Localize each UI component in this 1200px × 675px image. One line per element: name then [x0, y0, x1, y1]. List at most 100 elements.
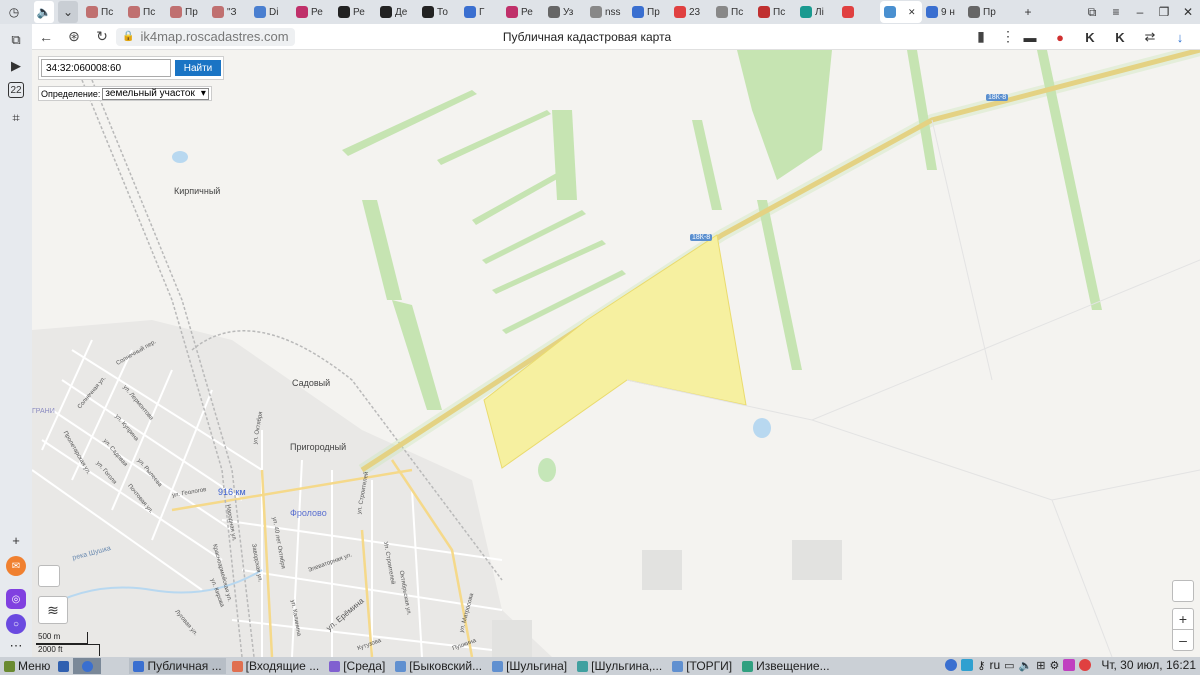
zoom-in-button[interactable]: + [1172, 608, 1194, 630]
tab-label: nss [605, 6, 621, 18]
browser-tab[interactable]: 23 [670, 1, 712, 23]
more-icon[interactable]: ⋯ [6, 638, 26, 653]
browser-tab[interactable]: Де [376, 1, 418, 23]
browser-tab[interactable]: Пс [124, 1, 166, 23]
window-app-icon [672, 660, 684, 672]
sidebar-history-icon[interactable]: ◷ [0, 1, 28, 23]
browser-tab[interactable]: Ре [502, 1, 544, 23]
yandex-tray-icon[interactable] [945, 659, 958, 671]
map-canvas[interactable] [32, 50, 1200, 657]
taskbar-window[interactable]: Публичная ... [129, 658, 226, 674]
yandex-protect-icon[interactable]: ⊛ [60, 25, 88, 49]
browser-tab[interactable]: nss [586, 1, 628, 23]
extension-cap-icon[interactable]: ▬ [1018, 26, 1042, 48]
tab-label: Пр [983, 6, 996, 18]
menu-icon[interactable]: ≡ [1104, 1, 1128, 23]
add-panel-icon[interactable]: + [6, 530, 26, 550]
layers-button[interactable]: ≋ [38, 596, 68, 624]
extension-k-icon[interactable]: K [1078, 26, 1102, 48]
page-title: Публичная кадастровая карта [502, 29, 672, 44]
collections-icon[interactable]: ⧉ [6, 30, 26, 50]
browser-tab[interactable]: Пс [754, 1, 796, 23]
browser-tab[interactable]: Лі [796, 1, 838, 23]
tab-favicon-icon [296, 6, 308, 18]
menu-icon [4, 660, 15, 672]
window-app-icon [395, 660, 407, 672]
display-icon[interactable]: ▭ [1004, 659, 1014, 672]
extension-k2-icon[interactable]: K [1108, 26, 1132, 48]
window-tabs-icon[interactable]: ⧉ [1080, 1, 1104, 23]
tab-label: Пс [143, 6, 156, 18]
close-tab-icon[interactable]: ✕ [908, 7, 916, 18]
mail-icon[interactable]: ✉ [6, 556, 26, 576]
browser-tab[interactable] [838, 1, 880, 23]
browser-tab[interactable]: Пр [964, 1, 1006, 23]
browser-tab[interactable]: Ре [292, 1, 334, 23]
tab-favicon-icon [170, 6, 182, 18]
browser-tab[interactable]: Пс [712, 1, 754, 23]
tab-label: 23 [689, 6, 701, 18]
browser-tab[interactable]: То [418, 1, 460, 23]
browser-tab[interactable]: Пр [166, 1, 208, 23]
key-icon[interactable]: ⚷ [977, 659, 985, 672]
yandex-launcher[interactable] [73, 658, 102, 674]
browser-tab[interactable]: ✕ [880, 1, 922, 23]
browser-tab[interactable]: 9 н [922, 1, 964, 23]
cadastral-number-input[interactable] [41, 59, 171, 77]
extension-translate-icon[interactable]: ⇄ [1138, 26, 1162, 48]
back-icon[interactable]: ← [32, 25, 60, 49]
browser-tab[interactable]: Г [460, 1, 502, 23]
show-desktop-button[interactable] [54, 658, 73, 674]
taskbar-window[interactable]: [Быковский... [391, 658, 486, 674]
tab-label: Пс [731, 6, 744, 18]
definition-select[interactable]: земельный участок ▾ [102, 87, 209, 100]
k-tray-icon[interactable] [961, 659, 974, 671]
alice-icon[interactable]: ○ [6, 614, 26, 634]
taskbar-window[interactable]: [Шульгина,... [573, 658, 666, 674]
taskbar-window[interactable]: [Шульгина] [488, 658, 571, 674]
window-app-icon [329, 660, 341, 672]
url-field[interactable]: 🔒 ik4map.roscadastres.com [116, 27, 295, 46]
browser-tab[interactable]: Di [250, 1, 292, 23]
downloads-icon[interactable]: ↓ [1168, 26, 1192, 48]
extension-pin-icon[interactable]: ● [1048, 26, 1072, 48]
calendar-icon[interactable]: 22 [8, 82, 24, 98]
notification-icon[interactable] [1079, 659, 1092, 671]
browser-tab[interactable]: Уз [544, 1, 586, 23]
tab-list-chevron-icon[interactable]: ⌄ [58, 1, 78, 23]
start-menu-button[interactable]: Меню [0, 658, 54, 674]
taskbar-window[interactable]: [Среда] [325, 658, 389, 674]
road-badge-2: 18К-8 [690, 234, 713, 241]
browser-tab[interactable]: "З [208, 1, 250, 23]
messenger-icon[interactable]: ◎ [6, 589, 26, 609]
cadastral-map[interactable]: Кирпичный Садовый Пригородный Фролово 91… [32, 50, 1200, 657]
play-icon[interactable]: ▶ [6, 56, 26, 76]
bookmark-icon[interactable]: ▮ [967, 25, 995, 49]
taskbar-window[interactable]: [Входящие ... [228, 658, 324, 674]
zoom-out-button[interactable]: – [1172, 629, 1194, 651]
browser-tab[interactable]: Ре [334, 1, 376, 23]
lang-indicator[interactable]: ru [989, 658, 1000, 672]
network-icon[interactable]: ⊞ [1036, 659, 1045, 672]
find-button[interactable]: Найти [175, 60, 221, 76]
volume-icon[interactable]: 🔈 [1019, 659, 1033, 672]
clock[interactable]: Чт, 30 июл, 16:21 [1101, 658, 1196, 672]
screenshot-icon[interactable]: ⌗ [6, 108, 26, 128]
browser-tab[interactable]: Пр [628, 1, 670, 23]
minimize-button[interactable]: – [1128, 1, 1152, 23]
app-tray-icon[interactable] [1063, 659, 1076, 671]
browser-tab[interactable]: Пс [82, 1, 124, 23]
taskbar-window[interactable]: [ТОРГИ] [668, 658, 736, 674]
close-window-button[interactable]: ✕ [1176, 1, 1200, 23]
fullscreen-button[interactable] [1172, 580, 1194, 602]
minus-icon: – [1179, 632, 1187, 648]
select-area-button[interactable] [38, 565, 60, 587]
reload-icon[interactable]: ↻ [88, 25, 116, 49]
antivirus-icon[interactable]: ⚙ [1049, 659, 1059, 672]
lock-icon: 🔒 [122, 31, 135, 42]
building [492, 620, 532, 657]
new-tab-button[interactable]: + [1016, 1, 1040, 23]
taskbar-window[interactable]: Извещение... [738, 658, 833, 674]
restore-button[interactable]: ❐ [1152, 1, 1176, 23]
sound-icon[interactable]: 🔈 [34, 1, 54, 23]
